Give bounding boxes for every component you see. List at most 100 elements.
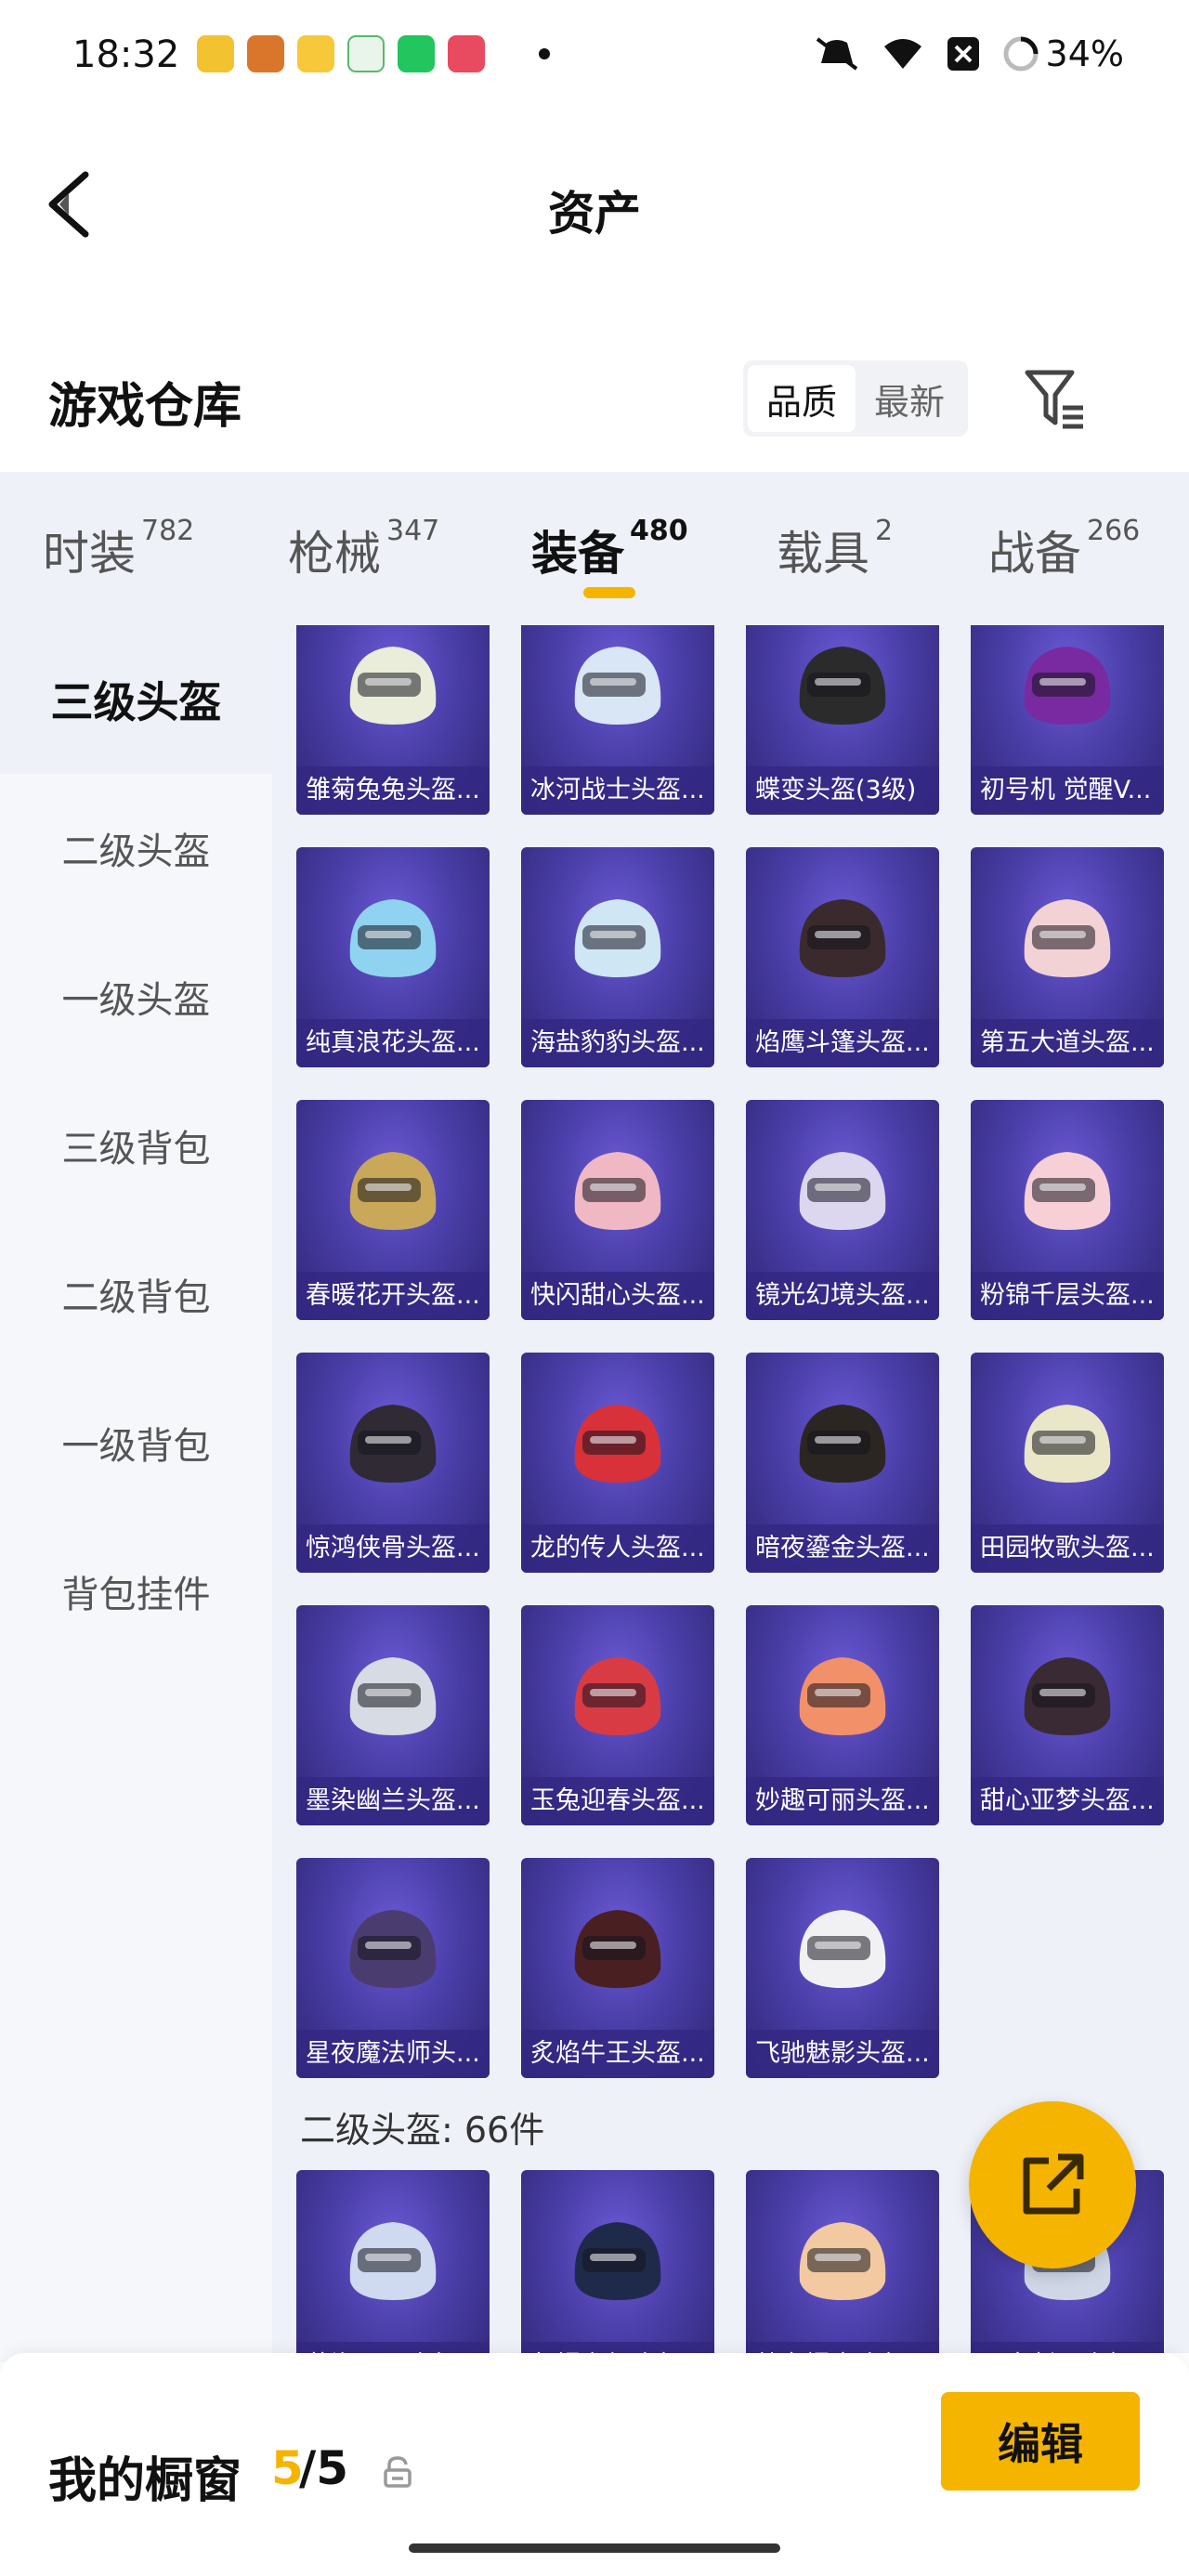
item-name: 蝶变头盔(3级) [746, 766, 939, 815]
battery-percent: 34% [1045, 33, 1124, 74]
sort-toggle: 品质 最新 [743, 360, 968, 437]
item-name: 海盐豹豹头盔... [521, 1019, 714, 1067]
item-name: 玉兔迎春头盔... [521, 1777, 714, 1825]
sort-quality-option[interactable]: 品质 [748, 365, 856, 432]
tab-count: 480 [630, 515, 688, 547]
helmet-icon [349, 899, 437, 977]
item-card[interactable]: 田园牧歌头盔... [971, 1353, 1164, 1573]
home-indicator[interactable] [409, 2543, 780, 2553]
helmet-icon [1024, 1152, 1111, 1230]
item-name: 炙焰牛王头盔... [521, 2030, 714, 2078]
battery-icon [1003, 36, 1039, 72]
tab-count: 347 [386, 515, 440, 547]
section-label-level2-helmet: 二级头盔: 66件 [300, 2110, 545, 2151]
item-name: 快闪甜心头盔... [521, 1272, 714, 1320]
item-card[interactable]: 纯真浪花头盔... [296, 847, 490, 1067]
notes-app-icon [297, 35, 334, 72]
tab-battle-supplies[interactable]: 战备 266 [988, 515, 1141, 583]
item-card[interactable]: 雏菊兔兔头盔... [296, 625, 490, 815]
category-tabs: 时装 782 枪械 347 装备 480 载具 2 战备 266 [0, 472, 1189, 625]
item-card[interactable]: 焰鹰斗篷头盔... [746, 847, 939, 1067]
sidebar-item-level3-backpack[interactable]: 三级背包 [0, 1071, 272, 1220]
game-app-icon [197, 35, 234, 72]
sidebar-item-backpack-charm[interactable]: 背包挂件 [0, 1517, 272, 1666]
sidebar-item-level2-backpack[interactable]: 二级背包 [0, 1220, 272, 1368]
helmet-icon [349, 1405, 437, 1483]
item-grid: 二级头盔: 66件 雏菊兔兔头盔... 冰河战士头盔... 蝶变头盔(3级) 初号机 … [272, 625, 1189, 2353]
item-name: 茕海星豚头盔... [296, 2342, 490, 2353]
item-name: 惊鸿侠骨头盔... [296, 1524, 490, 1573]
filter-icon[interactable] [1022, 365, 1089, 432]
tab-label: 载具 [777, 527, 869, 581]
sidebar-item-level3-helmet[interactable]: 三级头盔 [0, 625, 272, 774]
item-card[interactable]: 快闪甜心头盔... [521, 1100, 714, 1320]
hero-app-icon [247, 35, 284, 72]
item-card[interactable]: 玉兔迎春头盔... [521, 1605, 714, 1825]
item-card[interactable]: 冰河战士头盔... [521, 625, 714, 815]
item-name: 雏菊兔兔头盔... [296, 766, 490, 815]
item-card[interactable]: 暗夜鎏金头盔... [746, 1353, 939, 1573]
showcase-count-total: /5 [299, 2441, 349, 2495]
sidebar-item-level1-backpack[interactable]: 一级背包 [0, 1368, 272, 1517]
tab-vehicles[interactable]: 载具 2 [777, 515, 894, 583]
tab-label: 装备 [531, 527, 624, 581]
helmet-icon [574, 647, 661, 725]
item-card[interactable]: 春暖花开头盔... [296, 1100, 490, 1320]
helmet-icon [574, 1657, 661, 1735]
item-card[interactable]: 灰烬之翎头盔... [521, 2170, 714, 2353]
item-card[interactable]: 海盐豹豹头盔... [521, 847, 714, 1067]
sort-latest-option[interactable]: 最新 [856, 365, 963, 432]
tab-weapons[interactable]: 枪械 347 [288, 515, 440, 583]
item-card[interactable]: 镜光幻境头盔... [746, 1100, 939, 1320]
item-name: 田园牧歌头盔... [971, 1524, 1164, 1573]
item-name: 冰河战士头盔... [521, 766, 714, 815]
item-card[interactable]: 甜心亚梦头盔... [971, 1605, 1164, 1825]
mute-icon [816, 37, 857, 71]
status-time: 18:32 [72, 33, 180, 76]
helmet-icon [574, 1405, 661, 1483]
share-button[interactable] [969, 2101, 1136, 2269]
item-card[interactable]: 初号机 觉醒V... [971, 625, 1164, 815]
helmet-icon [799, 1405, 886, 1483]
tab-count: 2 [875, 515, 894, 547]
item-name: 镜光幻境头盔... [746, 1272, 939, 1320]
tab-equipment[interactable]: 装备 480 [531, 515, 688, 583]
item-card[interactable]: 战力爆表头盔... [746, 2170, 939, 2353]
tab-fashion[interactable]: 时装 782 [43, 515, 194, 583]
item-card[interactable]: 墨染幽兰头盔... [296, 1605, 490, 1825]
sidebar-item-level2-helmet[interactable]: 二级头盔 [0, 774, 272, 922]
helmet-icon [349, 1657, 437, 1735]
item-name: 战力爆表头盔... [746, 2342, 939, 2353]
status-bar: 18:32 34% [0, 0, 1189, 111]
item-name: 春暖花开头盔... [296, 1272, 490, 1320]
item-card[interactable]: 蝶变头盔(3级) [746, 625, 939, 815]
item-name: 第五大道头盔... [971, 1019, 1164, 1067]
video-app-icon [448, 35, 485, 72]
item-card[interactable]: 星夜魔法师头... [296, 1858, 490, 2078]
edit-button[interactable]: 编辑 [941, 2392, 1140, 2491]
item-card[interactable]: 惊鸿侠骨头盔... [296, 1353, 490, 1573]
bottom-bar: 我的橱窗 5 /5 编辑 [0, 2353, 1189, 2576]
helmet-icon [799, 1657, 886, 1735]
helmet-icon [1024, 1657, 1111, 1735]
item-name: 妙趣可丽头盔... [746, 1777, 939, 1825]
item-card[interactable]: 第五大道头盔... [971, 847, 1164, 1067]
item-card[interactable]: 炙焰牛王头盔... [521, 1858, 714, 2078]
item-card[interactable]: 龙的传人头盔... [521, 1353, 714, 1573]
helmet-icon [574, 1152, 661, 1230]
tab-count: 266 [1087, 515, 1141, 547]
helmet-icon [799, 647, 886, 725]
item-card[interactable]: 飞驰魅影头盔... [746, 1858, 939, 2078]
helmet-icon [1024, 899, 1111, 977]
item-name: 甜心亚梦头盔... [971, 1777, 1164, 1825]
item-name: 云水剑心头盔... [971, 2342, 1164, 2353]
item-card[interactable]: 茕海星豚头盔... [296, 2170, 490, 2353]
sidebar-item-level1-helmet[interactable]: 一级头盔 [0, 922, 272, 1071]
item-card[interactable]: 妙趣可丽头盔... [746, 1605, 939, 1825]
helmet-icon [349, 647, 437, 725]
item-name: 星夜魔法师头... [296, 2030, 490, 2078]
item-card[interactable]: 粉锦千层头盔... [971, 1100, 1164, 1320]
item-name: 飞驰魅影头盔... [746, 2030, 939, 2078]
helmet-icon [349, 2222, 437, 2300]
wifi-icon [883, 39, 921, 69]
